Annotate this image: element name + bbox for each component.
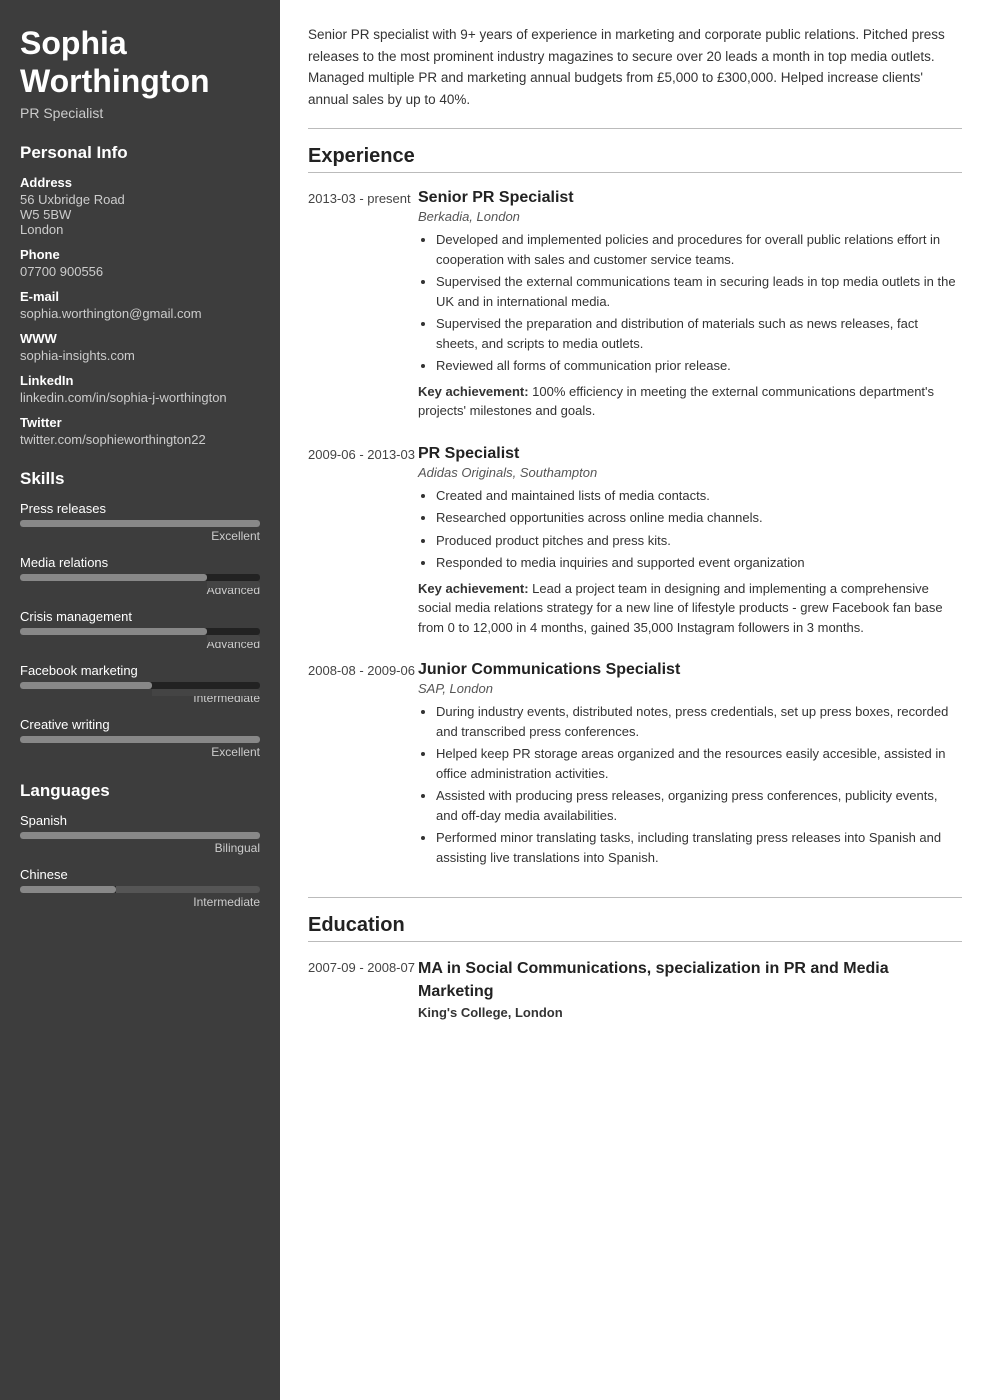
bullet-item: Created and maintained lists of media co… — [436, 486, 962, 506]
company-name: SAP, London — [418, 681, 962, 696]
experience-divider — [308, 128, 962, 129]
bullet-item: Assisted with producing press releases, … — [436, 786, 962, 825]
bullet-item: Supervised the external communications t… — [436, 272, 962, 311]
skills-list: Press releases Excellent Media relationsAd… — [20, 501, 260, 759]
bullet-item: During industry events, distributed note… — [436, 702, 962, 741]
education-block: 2007-09 - 2008-07MA in Social Communicat… — [308, 958, 962, 1020]
school-name: King's College, London — [418, 1005, 962, 1020]
job-title: Junior Communications Specialist — [418, 661, 962, 679]
language-bar-fill — [20, 832, 260, 839]
bullet-item: Produced product pitches and press kits. — [436, 531, 962, 551]
company-name: Berkadia, London — [418, 209, 962, 224]
skill-item: Creative writing Excellent — [20, 717, 260, 759]
experience-date: 2013-03 - present — [308, 189, 418, 421]
linkedin-label: LinkedIn — [20, 373, 260, 388]
summary-text: Senior PR specialist with 9+ years of ex… — [308, 24, 962, 110]
experience-block: 2008-08 - 2009-06Junior Communications S… — [308, 661, 962, 873]
languages-list: Spanish Bilingual Chinese Intermediate — [20, 813, 260, 909]
skill-bar-bg — [20, 574, 260, 581]
bullet-item: Supervised the preparation and distribut… — [436, 314, 962, 353]
language-name: Chinese — [20, 867, 260, 882]
bullet-item: Performed minor translating tasks, inclu… — [436, 828, 962, 867]
address-label: Address — [20, 175, 260, 190]
twitter-label: Twitter — [20, 415, 260, 430]
experience-content: PR Specialist Adidas Originals, Southampt… — [418, 445, 962, 638]
address-value: 56 Uxbridge RoadW5 5BWLondon — [20, 192, 260, 237]
skill-bar-fill — [20, 628, 207, 635]
main-content: Senior PR specialist with 9+ years of ex… — [280, 0, 990, 1400]
skill-name: Media relations — [20, 555, 260, 570]
key-achievement: Key achievement: 100% efficiency in meet… — [418, 382, 962, 421]
resume-layout: Sophia Worthington PR Specialist Persona… — [0, 0, 990, 1400]
degree-title: MA in Social Communications, specializat… — [418, 958, 962, 1003]
experience-date: 2009-06 - 2013-03 — [308, 445, 418, 638]
experience-block: 2013-03 - presentSenior PR Specialist Ber… — [308, 189, 962, 421]
language-name: Spanish — [20, 813, 260, 828]
bullet-item: Researched opportunities across online m… — [436, 508, 962, 528]
education-content: MA in Social Communications, specializat… — [418, 958, 962, 1020]
education-list: 2007-09 - 2008-07MA in Social Communicat… — [308, 958, 962, 1020]
language-bar-bg — [20, 886, 260, 893]
skill-item: Facebook marketingIntermediate — [20, 663, 260, 705]
experience-content: Senior PR Specialist Berkadia, London Deve… — [418, 189, 962, 421]
bullet-item: Responded to media inquiries and support… — [436, 553, 962, 573]
sidebar: Sophia Worthington PR Specialist Persona… — [0, 0, 280, 1400]
skill-name: Crisis management — [20, 609, 260, 624]
language-bar-fill — [20, 886, 116, 893]
skill-item: Press releases Excellent — [20, 501, 260, 543]
skill-bar-bg — [20, 628, 260, 635]
experience-block: 2009-06 - 2013-03PR Specialist Adidas Ori… — [308, 445, 962, 638]
language-level: Bilingual — [20, 841, 260, 855]
experience-list: 2013-03 - presentSenior PR Specialist Ber… — [308, 189, 962, 873]
skill-bar-bg — [20, 682, 260, 689]
candidate-title: PR Specialist — [20, 105, 260, 121]
candidate-name: Sophia Worthington — [20, 24, 260, 101]
skill-item: Crisis managementAdvanced — [20, 609, 260, 651]
education-date: 2007-09 - 2008-07 — [308, 958, 418, 1020]
language-bar-bg — [20, 832, 260, 839]
skill-bar-fill — [20, 736, 260, 743]
language-item: Chinese Intermediate — [20, 867, 260, 909]
language-level: Intermediate — [20, 895, 260, 909]
languages-heading: Languages — [20, 781, 260, 801]
skill-name: Press releases — [20, 501, 260, 516]
experience-bullets: Created and maintained lists of media co… — [418, 486, 962, 573]
job-title: PR Specialist — [418, 445, 962, 463]
email-value: sophia.worthington@gmail.com — [20, 306, 260, 321]
experience-content: Junior Communications Specialist SAP, Lon… — [418, 661, 962, 873]
company-name: Adidas Originals, Southampton — [418, 465, 962, 480]
skill-level: Excellent — [20, 745, 260, 759]
experience-date: 2008-08 - 2009-06 — [308, 661, 418, 873]
skill-item: Media relationsAdvanced — [20, 555, 260, 597]
skill-name: Facebook marketing — [20, 663, 260, 678]
skill-bar-fill — [20, 682, 152, 689]
skill-bar-bg — [20, 520, 260, 527]
skill-name: Creative writing — [20, 717, 260, 732]
skill-bar-fill — [20, 520, 260, 527]
skills-heading: Skills — [20, 469, 260, 489]
key-achievement: Key achievement: Lead a project team in … — [418, 579, 962, 638]
education-heading: Education — [308, 914, 962, 942]
www-value: sophia-insights.com — [20, 348, 260, 363]
experience-bullets: Developed and implemented policies and p… — [418, 230, 962, 376]
www-label: WWW — [20, 331, 260, 346]
education-divider — [308, 897, 962, 898]
experience-bullets: During industry events, distributed note… — [418, 702, 962, 867]
bullet-item: Reviewed all forms of communication prio… — [436, 356, 962, 376]
twitter-value: twitter.com/sophieworthington22 — [20, 432, 260, 447]
linkedin-value: linkedin.com/in/sophia-j-worthington — [20, 390, 260, 405]
phone-value: 07700 900556 — [20, 264, 260, 279]
email-label: E-mail — [20, 289, 260, 304]
skill-bar-bg — [20, 736, 260, 743]
bullet-item: Developed and implemented policies and p… — [436, 230, 962, 269]
phone-label: Phone — [20, 247, 260, 262]
skill-bar-fill — [20, 574, 207, 581]
skill-level: Excellent — [20, 529, 260, 543]
personal-info-heading: Personal Info — [20, 143, 260, 163]
experience-heading: Experience — [308, 145, 962, 173]
language-item: Spanish Bilingual — [20, 813, 260, 855]
bullet-item: Helped keep PR storage areas organized a… — [436, 744, 962, 783]
job-title: Senior PR Specialist — [418, 189, 962, 207]
